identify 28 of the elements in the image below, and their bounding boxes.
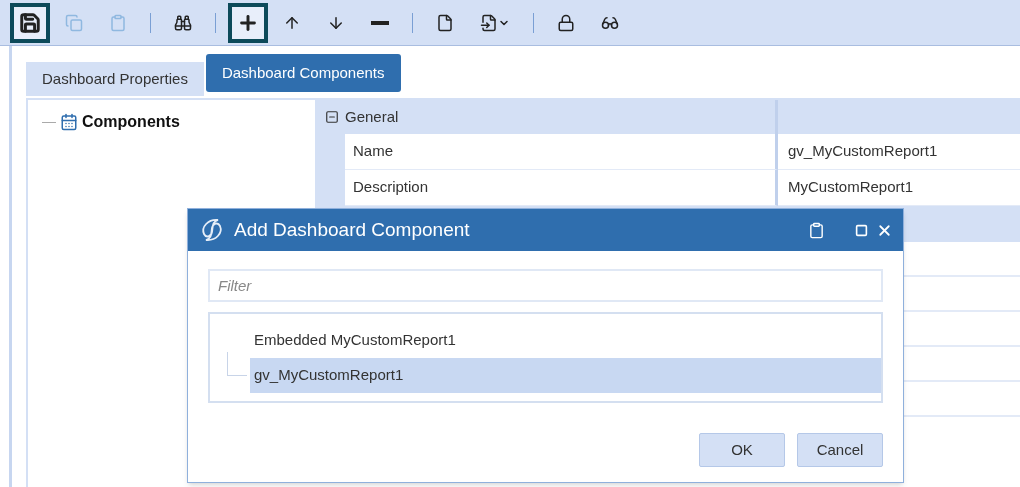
clipboard-icon [109,13,127,32]
list-item[interactable]: gv_MyCustomReport1 [250,357,881,393]
property-value: MyCustomReport1 [788,177,914,198]
tab[interactable]: Dashboard Properties [26,62,204,96]
binoculars-icon [174,13,192,32]
tree-node[interactable]: Components [82,110,180,134]
filter-field[interactable]: Filter [208,269,883,302]
maximize-icon[interactable] [855,223,868,237]
minus-icon [371,20,389,25]
property-value: gv_MyCustomReport1 [788,141,938,162]
collapse-icon[interactable] [325,110,339,124]
property-name: Description [353,177,429,198]
tab[interactable]: Dashboard Components [205,54,401,92]
toolbar-button[interactable] [228,2,268,43]
copy-icon [65,13,83,32]
list-item[interactable]: Embedded MyCustomReport1 [220,322,881,358]
clipboard-icon[interactable] [808,221,825,239]
dialog-title: Add Dashboard Component [234,217,471,242]
lock-icon [557,13,575,32]
save-icon [19,11,41,34]
property-name: Name [353,141,393,162]
document-icon [436,13,454,32]
document-icon [480,13,498,32]
category-label: General [345,106,399,127]
tree-line [227,351,247,376]
dialog-button[interactable]: OK [699,433,785,467]
toolbar-button[interactable] [10,2,50,43]
dialog-button[interactable]: Cancel [797,433,883,467]
